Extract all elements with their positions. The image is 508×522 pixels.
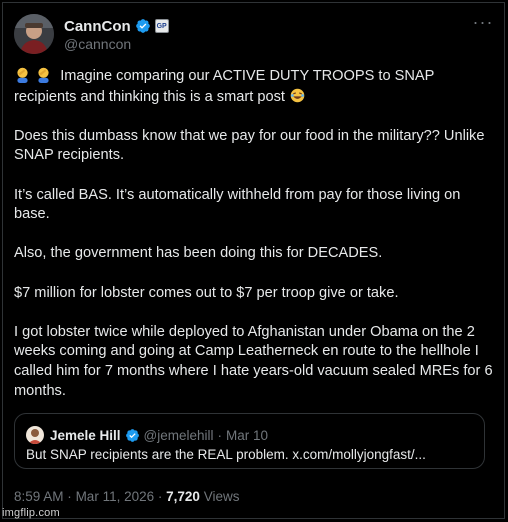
facepalm-emoji-icon (35, 67, 56, 84)
laughing-emoji-icon (289, 88, 306, 105)
paragraph-6: I got lobster twice while deployed to Af… (14, 323, 493, 399)
quoted-tweet[interactable]: Jemele Hill @jemelehill · Mar 10 But SNA… (14, 413, 485, 469)
views-count: 7,720 (166, 489, 200, 504)
imgflip-watermark: imgflip.com (2, 507, 60, 519)
tweet-meta: 8:59 AM · Mar 11, 2026 · 7,720 Views (14, 489, 240, 504)
tweet-time[interactable]: 8:59 AM (14, 489, 64, 504)
facepalm-emoji-icon (14, 67, 35, 84)
paragraph-2: Does this dumbass know that we pay for o… (14, 127, 485, 164)
paragraph-4: Also, the government has been doing this… (14, 245, 383, 262)
meta-separator: · (67, 489, 72, 504)
tweet-text: Imagine comparing our ACTIVE DUTY TROOPS… (14, 66, 498, 401)
quote-separator: · (217, 427, 223, 443)
verified-badge-icon (135, 19, 150, 33)
quote-author-name[interactable]: Jemele Hill (50, 428, 121, 443)
paragraph-3: It’s called BAS. It’s automatically with… (14, 186, 461, 223)
quote-author-handle[interactable]: @jemelehill (144, 428, 214, 443)
meta-separator: · (157, 489, 163, 504)
tweet-date[interactable]: Mar 11, 2026 (76, 489, 155, 504)
quote-date[interactable]: Mar 10 (226, 428, 268, 443)
quote-verified-badge-icon (125, 428, 139, 442)
paragraph-1-text: Imagine comparing our ACTIVE DUTY TROOPS… (14, 68, 435, 105)
more-options-icon[interactable]: ··· (472, 13, 494, 34)
author-avatar[interactable] (14, 14, 54, 54)
views-label: Views (203, 489, 240, 504)
affiliate-badge-icon[interactable]: GP (154, 19, 169, 33)
author-handle[interactable]: @canncon (64, 36, 131, 52)
tweet-header: CannCon GP @canncon ··· (14, 13, 494, 54)
quote-text: But SNAP recipients are the REAL problem… (26, 447, 426, 462)
author-display-name[interactable]: CannCon (64, 18, 131, 35)
quote-author-avatar[interactable] (26, 426, 44, 444)
paragraph-1: Imagine comparing our ACTIVE DUTY TROOPS… (14, 66, 498, 107)
paragraph-5: $7 million for lobster comes out to $7 p… (14, 284, 399, 301)
